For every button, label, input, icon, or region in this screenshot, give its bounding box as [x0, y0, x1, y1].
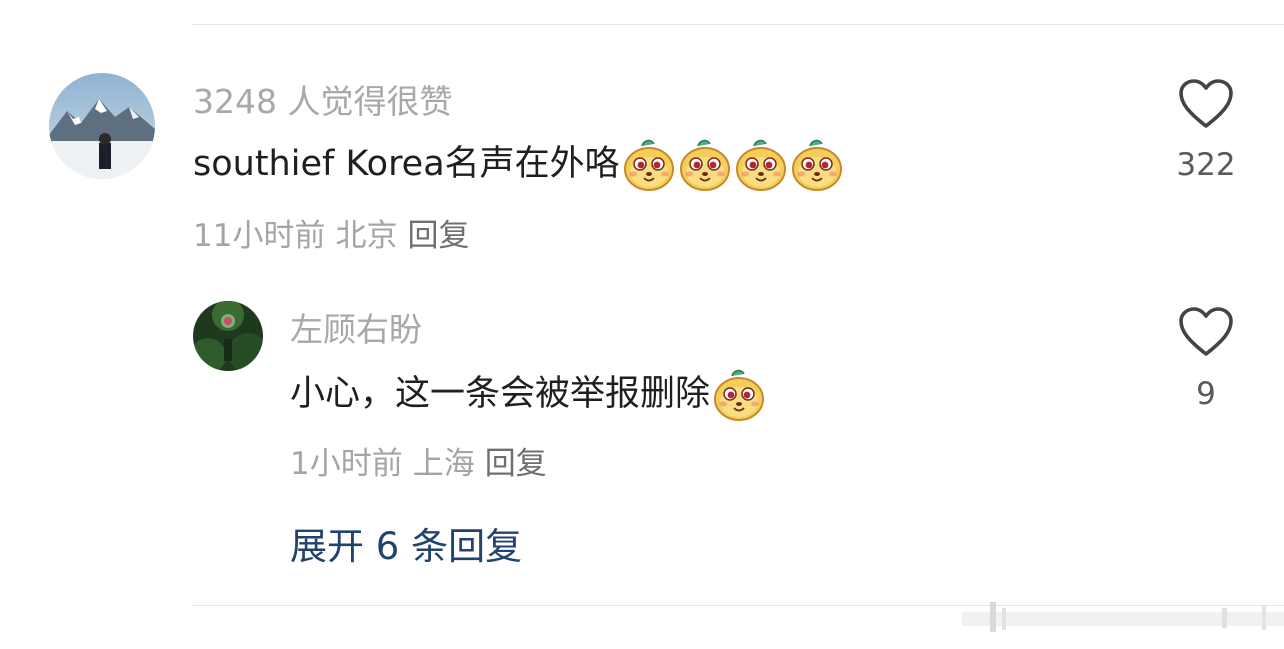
comment-text: southief Korea名声在外咯 — [193, 143, 620, 184]
yellow-dog-emoji-icon — [735, 139, 786, 191]
replier-avatar[interactable] — [193, 301, 263, 371]
reply-button[interactable]: 回复 — [407, 218, 469, 254]
commenter-avatar[interactable] — [49, 73, 155, 179]
heart-outline-icon — [1179, 79, 1233, 128]
emoji-row — [710, 366, 766, 422]
yellow-dog-emoji-icon — [679, 139, 730, 191]
expand-replies-link[interactable]: 展开 6 条回复 — [290, 528, 522, 565]
top-divider — [192, 24, 1284, 25]
comment-content: southief Korea名声在外咯 — [193, 136, 844, 192]
reply-content: 小心，这一条会被举报删除 — [290, 366, 766, 422]
reply-button[interactable]: 回复 — [485, 446, 547, 482]
heart-outline-icon — [1179, 307, 1233, 356]
liked-by-count: 3248 人觉得很赞 — [193, 82, 453, 121]
yellow-dog-emoji-icon — [623, 139, 674, 191]
reply-text: 小心，这一条会被举报删除 — [290, 373, 711, 414]
like-button[interactable] — [1178, 78, 1234, 130]
comment-location: 北京 — [335, 218, 398, 254]
like-button[interactable] — [1178, 306, 1234, 358]
like-count: 9 — [1196, 376, 1216, 412]
reply-time: 1小时前 — [290, 446, 403, 482]
like-count: 322 — [1176, 147, 1236, 183]
yellow-dog-emoji-icon — [714, 369, 765, 421]
reply-meta: 1小时前 上海 回复 — [290, 449, 547, 480]
yellow-dog-emoji-icon — [791, 139, 842, 191]
reply-username[interactable]: 左顾右盼 — [290, 313, 422, 346]
comment-meta: 11小时前 北京 回复 — [193, 221, 469, 252]
reply-location: 上海 — [412, 446, 475, 482]
comment-time: 11小时前 — [193, 218, 326, 254]
emoji-row — [620, 136, 844, 192]
watermark-graphic — [962, 602, 1284, 632]
